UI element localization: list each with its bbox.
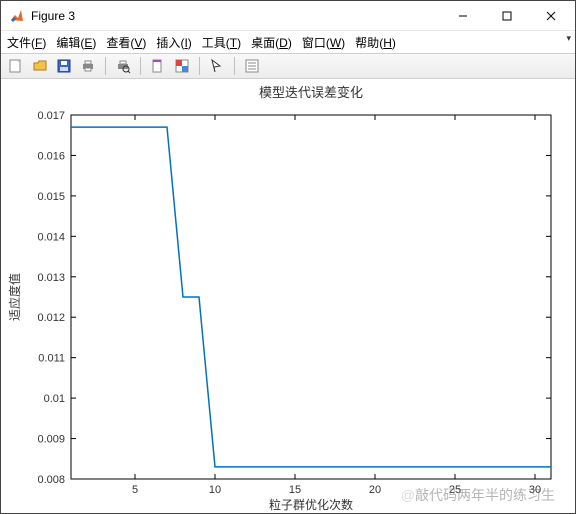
svg-text:0.01: 0.01 <box>44 393 65 405</box>
figure-canvas[interactable]: 0.008 0.009 0.01 0.011 0.012 0.013 0.014 0.015 0… <box>1 79 575 513</box>
svg-text:0.015: 0.015 <box>37 191 65 203</box>
toolbar-separator <box>199 57 200 75</box>
chart-title: 模型迭代误差变化 <box>259 85 363 100</box>
print-preview-button[interactable] <box>112 56 134 76</box>
menu-file[interactable]: 文件(F) <box>7 34 46 51</box>
svg-text:0.008: 0.008 <box>37 474 65 486</box>
toolbar-separator <box>140 57 141 75</box>
svg-text:0.011: 0.011 <box>38 353 65 365</box>
axes: 0.008 0.009 0.01 0.011 0.012 0.013 0.014 0.015 0… <box>1 79 575 513</box>
new-figure-button[interactable] <box>5 56 27 76</box>
window-titlebar: Figure 3 <box>1 1 575 31</box>
y-axis-label: 适应度值 <box>7 273 22 321</box>
link-plot-button[interactable] <box>147 56 169 76</box>
svg-text:0.014: 0.014 <box>37 231 65 243</box>
menu-edit[interactable]: 编辑(E) <box>56 34 96 51</box>
menu-view[interactable]: 查看(V) <box>106 34 146 51</box>
svg-text:10: 10 <box>209 484 221 496</box>
svg-text:0.017: 0.017 <box>37 110 65 122</box>
minimize-button[interactable] <box>441 2 485 30</box>
menu-window[interactable]: 窗口(W) <box>302 34 345 51</box>
matlab-icon <box>9 8 25 24</box>
open-property-inspector-button[interactable] <box>241 56 263 76</box>
print-button[interactable] <box>77 56 99 76</box>
edit-plot-button[interactable] <box>206 56 228 76</box>
window-title: Figure 3 <box>31 9 75 23</box>
menu-overflow-icon[interactable]: ▾ <box>566 33 571 44</box>
save-button[interactable] <box>53 56 75 76</box>
svg-text:0.013: 0.013 <box>37 272 65 284</box>
menubar: 文件(F) 编辑(E) 查看(V) 插入(I) 工具(T) 桌面(D) 窗口(W… <box>1 31 575 53</box>
svg-text:0.012: 0.012 <box>37 312 65 324</box>
maximize-button[interactable] <box>485 2 529 30</box>
svg-text:0.016: 0.016 <box>37 150 65 162</box>
toolbar-separator <box>105 57 106 75</box>
open-button[interactable] <box>29 56 51 76</box>
svg-text:15: 15 <box>289 484 301 496</box>
x-axis-label: 粒子群优化次数 <box>269 497 353 512</box>
toolbar-separator <box>234 57 235 75</box>
svg-text:0.009: 0.009 <box>37 434 65 446</box>
toolbar <box>1 53 575 79</box>
svg-text:20: 20 <box>369 484 381 496</box>
insert-colorbar-button[interactable] <box>171 56 193 76</box>
svg-text:5: 5 <box>132 484 138 496</box>
menu-tools[interactable]: 工具(T) <box>202 34 241 51</box>
svg-text:25: 25 <box>449 484 461 496</box>
menu-desktop[interactable]: 桌面(D) <box>251 34 292 51</box>
menu-help[interactable]: 帮助(H) <box>355 34 396 51</box>
svg-text:30: 30 <box>529 484 541 496</box>
menu-insert[interactable]: 插入(I) <box>156 34 191 51</box>
close-button[interactable] <box>529 2 573 30</box>
